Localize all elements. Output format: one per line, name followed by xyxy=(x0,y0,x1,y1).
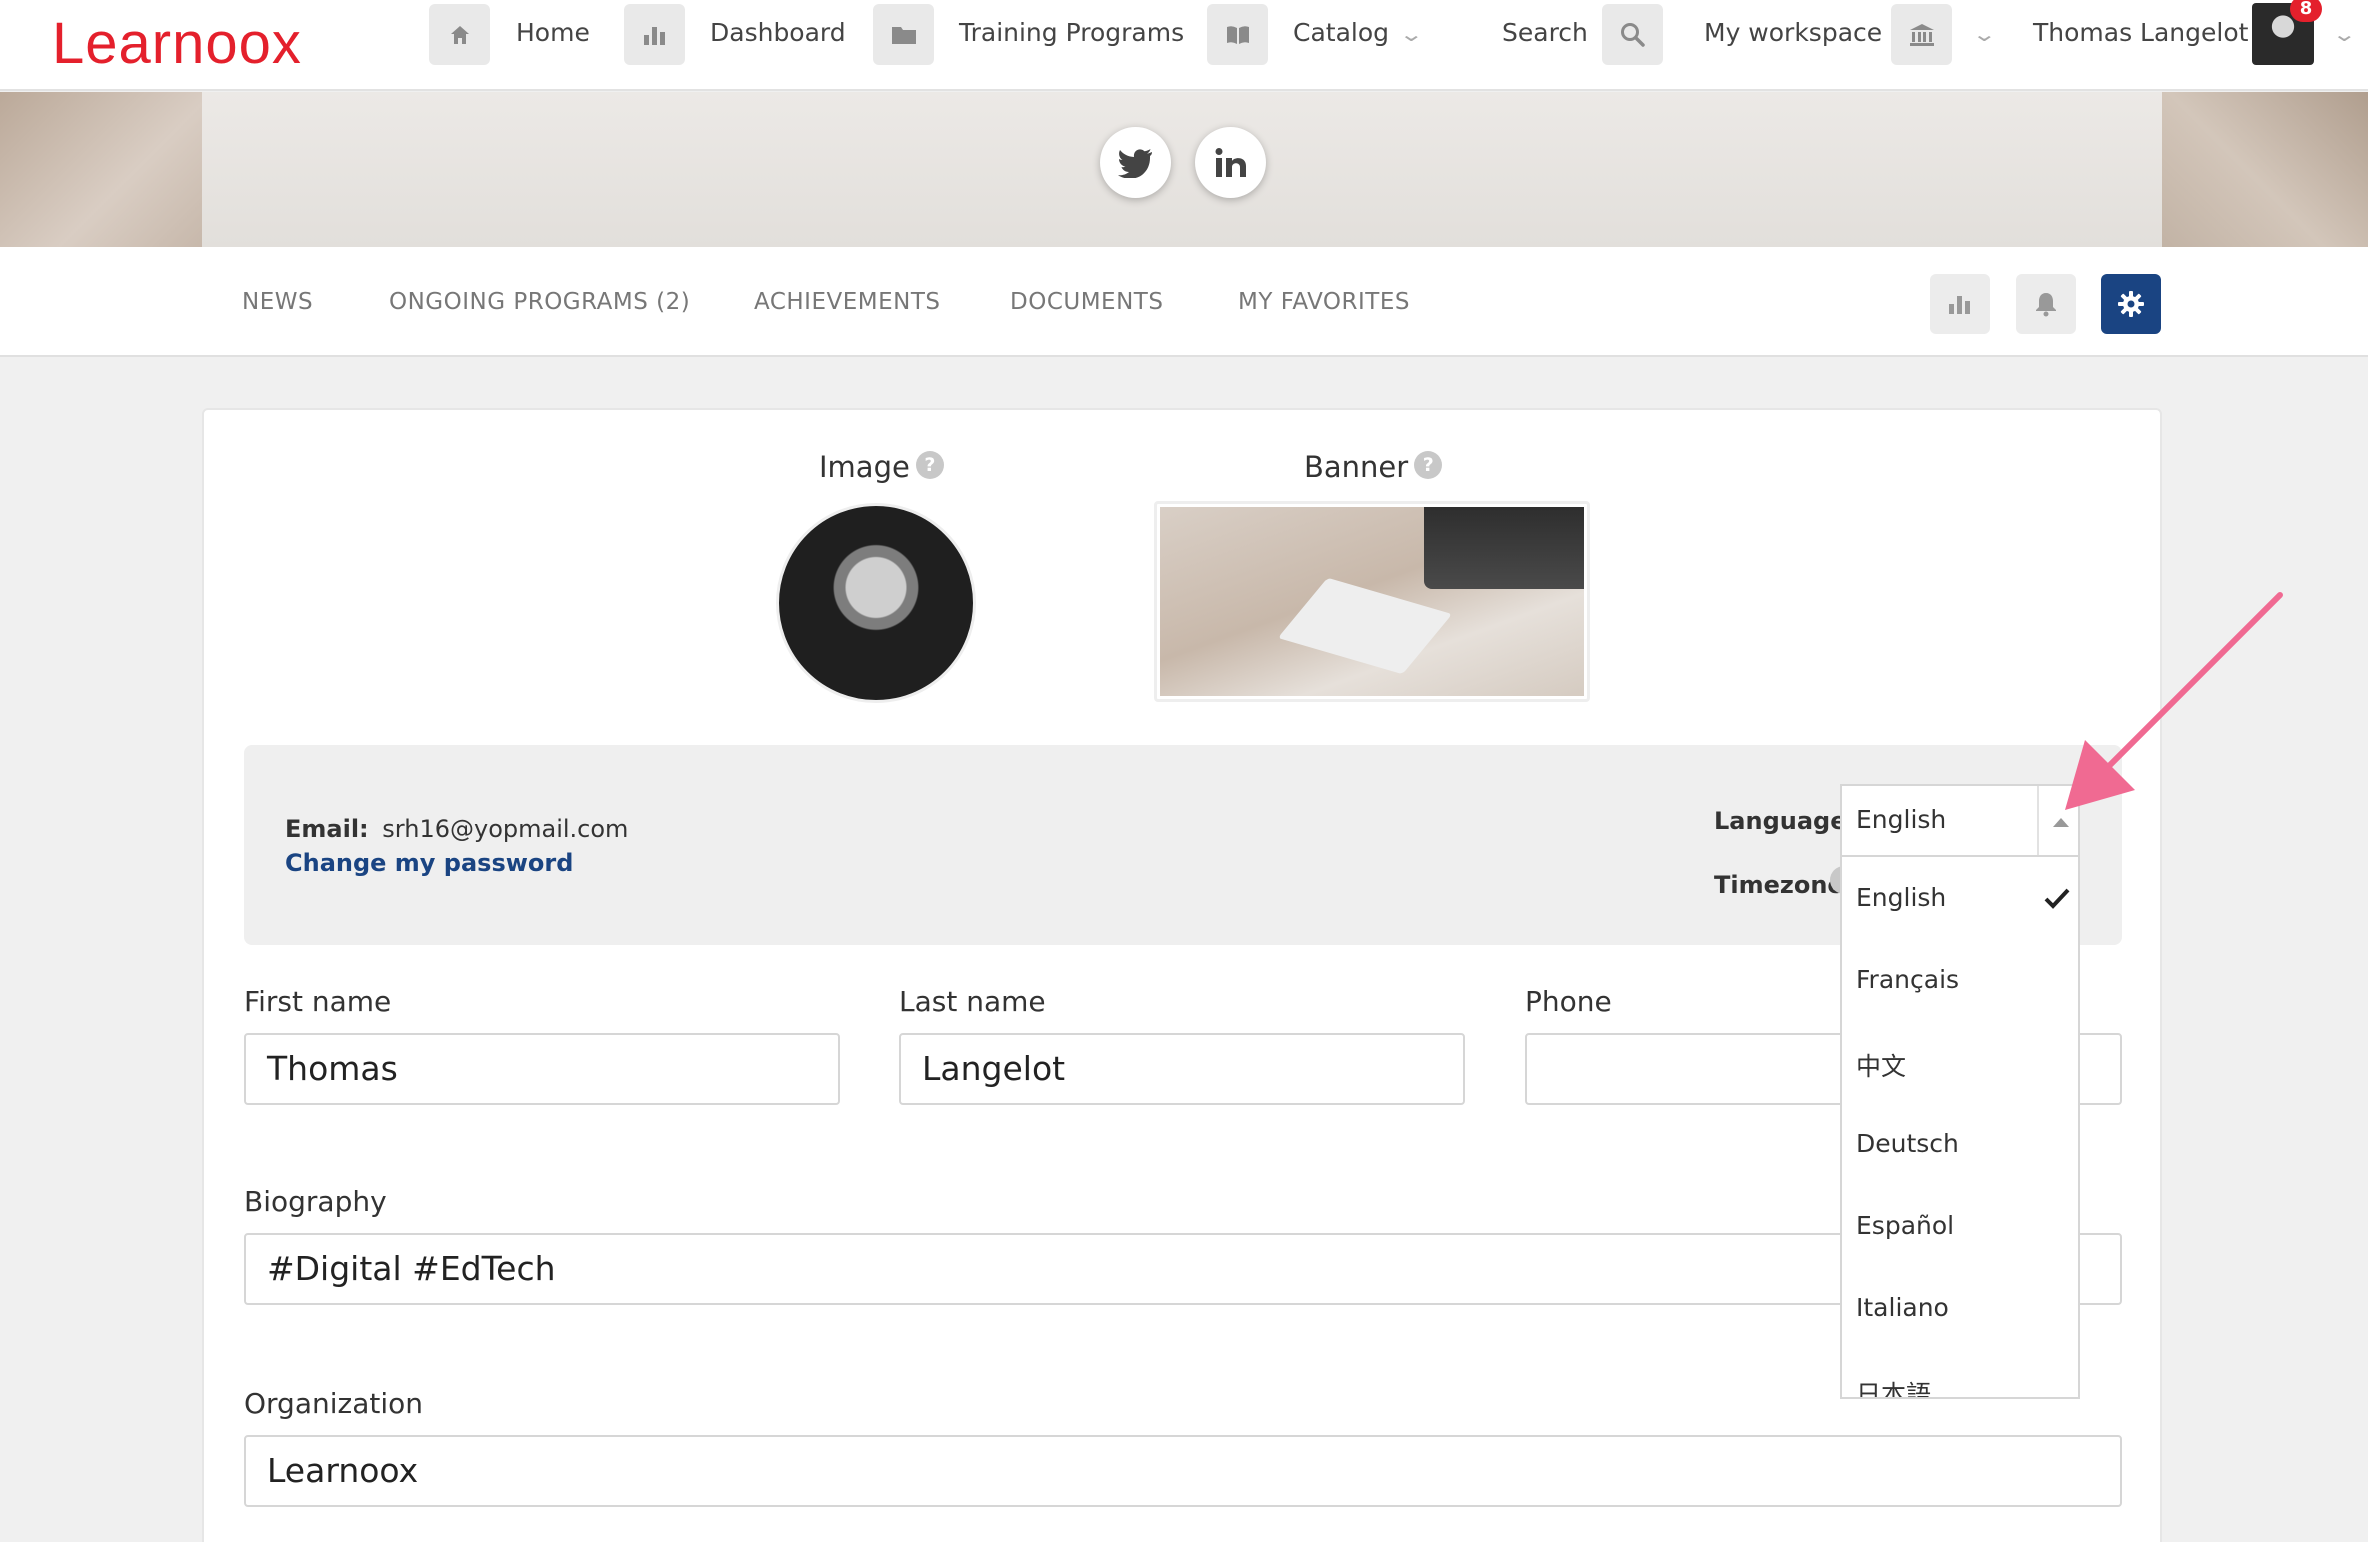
top-navbar: Learnoox Home Dashboard Training Program… xyxy=(0,0,2368,91)
book-icon[interactable] xyxy=(1207,4,1268,65)
bar-chart-icon xyxy=(1949,296,1970,314)
tab-achievements[interactable]: ACHIEVEMENTS xyxy=(754,289,941,315)
twitter-icon[interactable] xyxy=(1100,127,1171,198)
email-row: Email: srh16@yopmail.com xyxy=(285,815,628,843)
banner-image-right xyxy=(2162,92,2368,247)
first-name-label: First name xyxy=(244,985,392,1018)
bell-icon xyxy=(2036,293,2056,317)
language-option-chinese[interactable]: 中文 xyxy=(1856,1047,1906,1083)
help-icon[interactable]: ? xyxy=(915,451,944,479)
folder-icon[interactable] xyxy=(873,4,934,65)
home-icon[interactable] xyxy=(429,4,490,65)
organization-label: Organization xyxy=(244,1387,424,1420)
checkmark-icon xyxy=(2044,888,2070,909)
notifications-button[interactable] xyxy=(2016,274,2076,334)
tab-my-favorites[interactable]: MY FAVORITES xyxy=(1238,289,1410,315)
workspace-chevron-down-icon[interactable]: ⌄ xyxy=(1972,22,1997,46)
email-label: Email: xyxy=(285,815,369,843)
organization-input[interactable]: Learnoox xyxy=(244,1435,2122,1507)
pointer-arrow-annotation xyxy=(2065,592,2283,810)
monitor-shape xyxy=(1424,507,1584,589)
profile-banner xyxy=(0,92,2368,247)
notification-badge: 8 xyxy=(2290,0,2322,22)
phone-label: Phone xyxy=(1525,985,1612,1018)
last-name-input[interactable]: Langelot xyxy=(899,1033,1465,1105)
nav-dashboard[interactable]: Dashboard xyxy=(710,18,846,47)
language-option-espanol[interactable]: Español xyxy=(1856,1211,1954,1240)
language-option-francais[interactable]: Français xyxy=(1856,965,1959,994)
bar-chart-icon[interactable] xyxy=(624,4,685,65)
last-name-label: Last name xyxy=(899,985,1046,1018)
help-icon[interactable]: ? xyxy=(1414,451,1443,479)
language-option-italiano[interactable]: Italiano xyxy=(1856,1293,1949,1322)
image-label: Image? xyxy=(819,450,944,484)
stats-button[interactable] xyxy=(1930,274,1990,334)
language-select[interactable]: English xyxy=(1840,784,2080,857)
language-dropdown: English Français 中文 Deutsch Español Ital… xyxy=(1840,857,2080,1399)
settings-button[interactable] xyxy=(2101,274,2161,334)
tab-ongoing-programs[interactable]: ONGOING PROGRAMS (2) xyxy=(389,289,690,315)
language-label: Language xyxy=(1714,807,1847,835)
language-select-value: English xyxy=(1856,805,1947,834)
profile-tabs-bar: NEWS ONGOING PROGRAMS (2) ACHIEVEMENTS D… xyxy=(0,247,2368,357)
timezone-label: Timezone xyxy=(1714,871,1844,899)
user-name[interactable]: Thomas Langelot xyxy=(2033,18,2248,47)
language-option-deutsch[interactable]: Deutsch xyxy=(1856,1129,1959,1158)
catalog-chevron-down-icon[interactable]: ⌄ xyxy=(1399,22,1424,46)
linkedin-icon[interactable] xyxy=(1195,127,1266,198)
nav-home[interactable]: Home xyxy=(516,18,590,47)
biography-label: Biography xyxy=(244,1185,387,1218)
tab-documents[interactable]: DOCUMENTS xyxy=(1010,289,1163,315)
app-logo[interactable]: Learnoox xyxy=(52,10,302,77)
image-label-text: Image xyxy=(819,450,910,484)
search-icon[interactable] xyxy=(1602,4,1663,65)
institution-icon[interactable] xyxy=(1891,4,1952,65)
banner-image-center xyxy=(202,92,2162,247)
nav-search[interactable]: Search xyxy=(1502,18,1588,47)
banner-label: Banner? xyxy=(1304,450,1443,484)
banner-label-text: Banner xyxy=(1304,450,1409,484)
banner-image-left xyxy=(0,92,202,247)
nav-my-workspace[interactable]: My workspace xyxy=(1704,18,1882,47)
first-name-input[interactable]: Thomas xyxy=(244,1033,840,1105)
user-menu-chevron-down-icon[interactable]: ⌄ xyxy=(2332,22,2357,46)
banner-image-preview[interactable] xyxy=(1154,501,1590,702)
nav-catalog[interactable]: Catalog xyxy=(1293,18,1389,47)
email-value: srh16@yopmail.com xyxy=(382,815,629,843)
language-option-english[interactable]: English xyxy=(1856,883,2078,912)
profile-image[interactable] xyxy=(776,503,976,703)
nav-training-programs[interactable]: Training Programs xyxy=(959,18,1184,47)
gear-icon xyxy=(2118,291,2144,317)
tab-news[interactable]: NEWS xyxy=(242,289,313,315)
keyboard-shape xyxy=(1277,577,1453,675)
language-option-label: English xyxy=(1856,883,1947,912)
change-password-link[interactable]: Change my password xyxy=(285,849,573,877)
banner-image-photo xyxy=(1160,507,1584,696)
language-option-japanese[interactable]: 日本語 xyxy=(1856,1375,1931,1397)
